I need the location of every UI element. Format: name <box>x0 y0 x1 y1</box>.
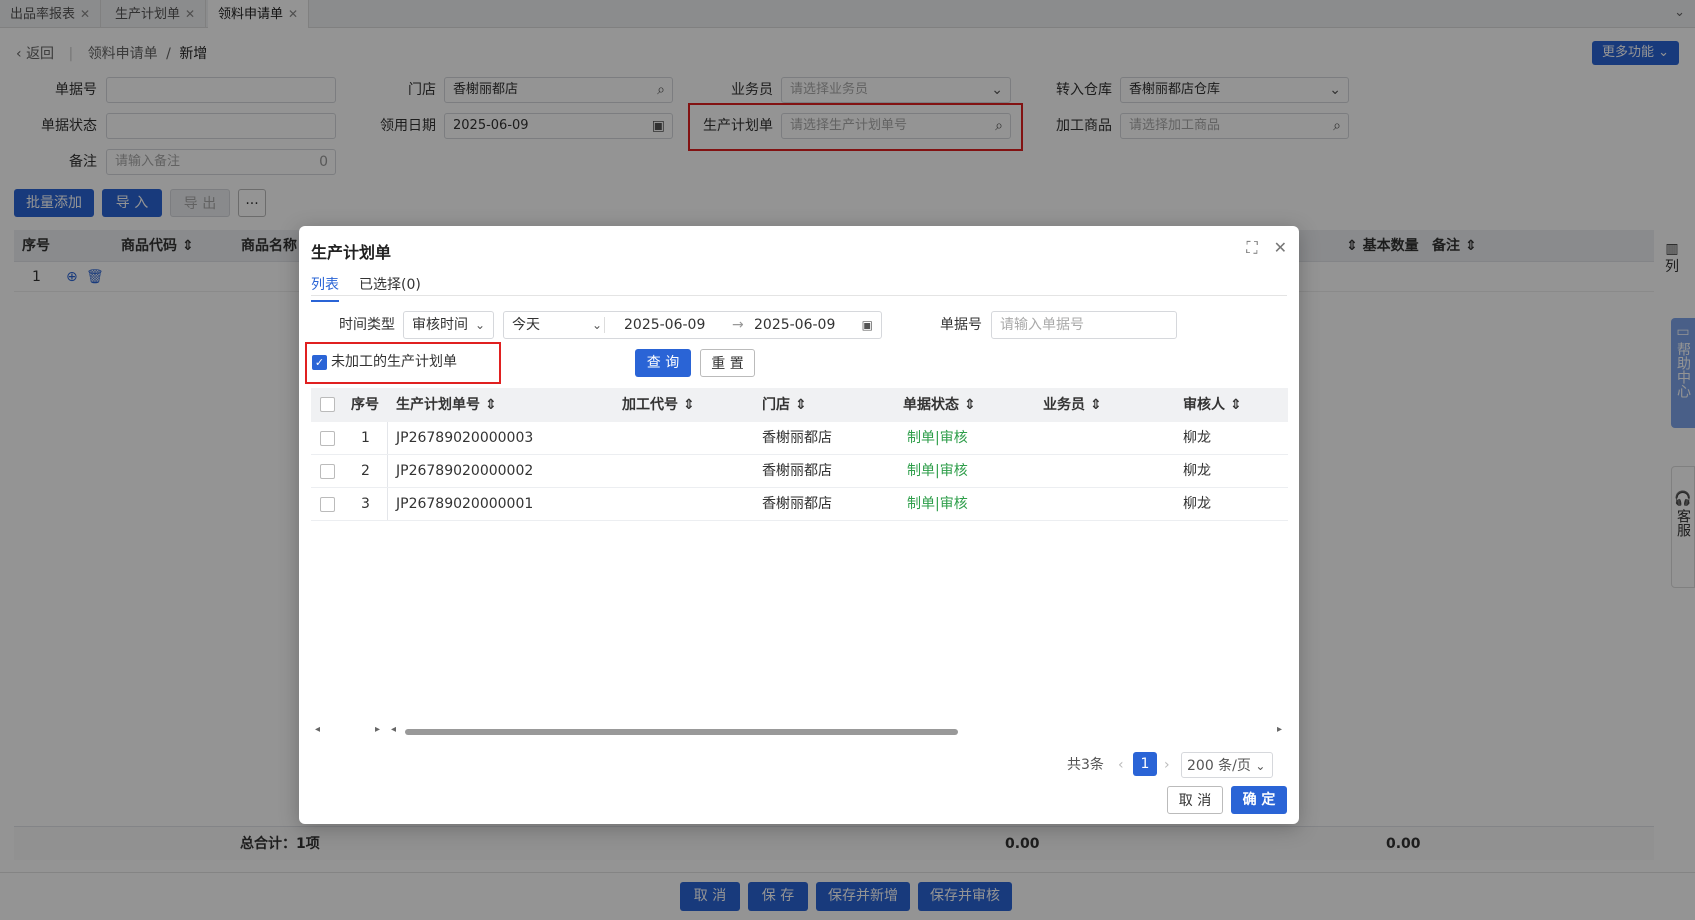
select-all-checkbox[interactable] <box>320 397 335 412</box>
next-page-icon[interactable]: › <box>1164 752 1170 778</box>
scroll-left-icon[interactable]: ◂ <box>315 724 320 735</box>
row-checkbox[interactable] <box>320 497 335 512</box>
date-from[interactable]: 2025-06-09 <box>624 312 705 338</box>
tab-list[interactable]: 列表 <box>311 274 339 302</box>
production-plan-dialog: 生产计划单 ⛶ ✕ 列表 已选择(0) 时间类型 审核时间 ⌄ 今天 ⌄ 2025-… <box>299 226 1299 824</box>
time-type-value: 审核时间 <box>412 317 468 333</box>
row-seq: 1 <box>361 430 370 446</box>
page-size-select[interactable]: 200 条/页 ⌄ <box>1181 752 1273 778</box>
row-plan-no: JP26789020000002 <box>396 463 534 479</box>
date-to[interactable]: 2025-06-09 <box>754 312 835 338</box>
row-plan-no: JP26789020000001 <box>396 496 534 512</box>
maximize-icon[interactable]: ⛶ <box>1246 238 1257 257</box>
plan-table-header: 序号 生产计划单号 ⇕ 加工代号 ⇕ 门店 ⇕ 单据状态 ⇕ 业务员 ⇕ 审核人… <box>311 388 1288 422</box>
col-auditor[interactable]: 审核人 ⇕ <box>1183 388 1242 422</box>
row-status: 制单|审核 <box>907 463 968 479</box>
col-store[interactable]: 门店 ⇕ <box>762 388 807 422</box>
row-auditor: 柳龙 <box>1183 496 1211 512</box>
col-store-label: 门店 <box>762 397 790 413</box>
table-row[interactable]: 1 JP26789020000003 香榭丽都店 制单|审核 柳龙 <box>311 422 1288 455</box>
row-auditor: 柳龙 <box>1183 430 1211 446</box>
dialog-tabs: 列表 已选择(0) <box>311 266 1287 302</box>
row-checkbox[interactable] <box>320 464 335 479</box>
query-button[interactable]: 查 询 <box>635 349 691 377</box>
total-count: 共3条 <box>1067 757 1104 773</box>
prev-page-icon[interactable]: ‹ <box>1118 752 1124 778</box>
unprocessed-highlight-box <box>305 342 501 384</box>
col-auditor-label: 审核人 <box>1183 397 1225 413</box>
row-store: 香榭丽都店 <box>762 430 832 446</box>
calendar-icon[interactable]: ▣ <box>862 312 873 338</box>
dialog-cancel-button[interactable]: 取 消 <box>1167 786 1223 814</box>
row-seq: 3 <box>361 496 370 512</box>
date-range-picker[interactable]: 今天 ⌄ 2025-06-09 → 2025-06-09 ▣ <box>503 311 882 339</box>
scrollbar-thumb[interactable] <box>405 729 958 735</box>
dialog-confirm-button[interactable]: 确 定 <box>1231 786 1287 814</box>
scroll-right-icon[interactable]: ▸ <box>375 724 380 735</box>
dialog-doc-no-input[interactable]: 请输入单据号 <box>991 311 1177 339</box>
scroll-left-icon[interactable]: ◂ <box>391 724 396 735</box>
chevron-down-icon: ⌄ <box>474 318 485 332</box>
col-plan-no[interactable]: 生产计划单号 ⇕ <box>396 388 497 422</box>
col-salesman-label: 业务员 <box>1043 397 1085 413</box>
scroll-right-icon[interactable]: ▸ <box>1277 724 1282 735</box>
row-checkbox[interactable] <box>320 431 335 446</box>
col-salesman[interactable]: 业务员 ⇕ <box>1043 388 1102 422</box>
col-process-code[interactable]: 加工代号 ⇕ <box>622 388 695 422</box>
row-status: 制单|审核 <box>907 430 968 446</box>
table-row[interactable]: 3 JP26789020000001 香榭丽都店 制单|审核 柳龙 <box>311 488 1288 521</box>
close-icon[interactable]: ✕ <box>1274 238 1287 257</box>
row-auditor: 柳龙 <box>1183 463 1211 479</box>
arrow-right-icon: → <box>732 317 744 333</box>
time-type-label: 时间类型 <box>339 317 395 333</box>
chevron-down-icon: ⌄ <box>1255 759 1266 773</box>
row-plan-no: JP26789020000003 <box>396 430 534 446</box>
chevron-down-icon: ⌄ <box>592 318 603 332</box>
horizontal-scrollbar[interactable]: ◂ ▸ ◂ ▸ <box>315 724 1285 738</box>
row-seq: 2 <box>361 463 370 479</box>
dialog-doc-no-label: 单据号 <box>940 317 982 333</box>
dialog-title: 生产计划单 <box>311 243 392 262</box>
col-status-label: 单据状态 <box>903 397 959 413</box>
page-size-value: 200 条/页 <box>1187 758 1251 774</box>
pagination: 共3条 ‹ 1 › 200 条/页 ⌄ <box>1067 752 1287 778</box>
tab-selected[interactable]: 已选择(0) <box>359 274 421 294</box>
row-store: 香榭丽都店 <box>762 496 832 512</box>
time-type-select[interactable]: 审核时间 ⌄ <box>403 311 494 339</box>
col-process-code-label: 加工代号 <box>622 397 678 413</box>
row-store: 香榭丽都店 <box>762 463 832 479</box>
page-number[interactable]: 1 <box>1133 752 1157 776</box>
reset-button[interactable]: 重 置 <box>700 349 755 377</box>
col-plan-no-label: 生产计划单号 <box>396 397 480 413</box>
range-value: 今天 <box>512 317 540 333</box>
col-seq: 序号 <box>351 397 379 413</box>
row-status: 制单|审核 <box>907 496 968 512</box>
table-row[interactable]: 2 JP26789020000002 香榭丽都店 制单|审核 柳龙 <box>311 455 1288 488</box>
col-status[interactable]: 单据状态 ⇕ <box>903 388 976 422</box>
